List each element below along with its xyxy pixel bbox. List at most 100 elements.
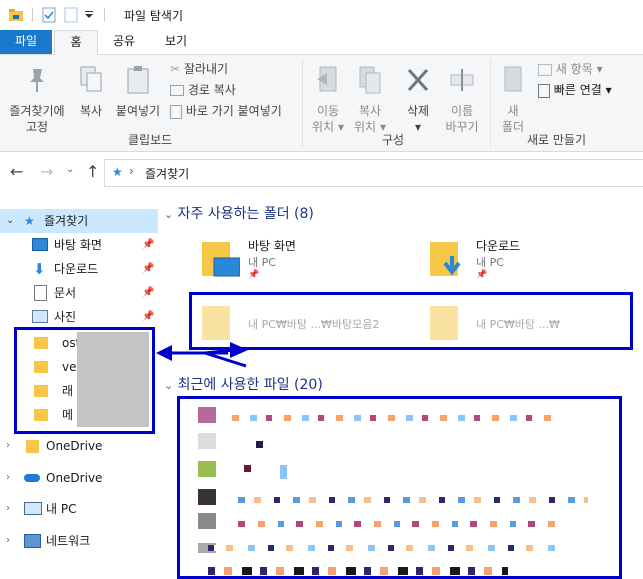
rename-icon [450, 69, 474, 91]
nav-item-label: 네트워크 [46, 534, 91, 548]
rename-label: 이름 [450, 104, 474, 118]
nav-item-pictures[interactable]: 사진 📌 [0, 305, 158, 329]
easy-access-icon [538, 83, 550, 98]
copy-path-button[interactable]: 경로 복사 [170, 81, 236, 99]
pin-icon [30, 69, 44, 92]
folder-name: 바탕 화면 [248, 239, 296, 253]
copy-button[interactable]: 복사 [72, 65, 110, 119]
folder-tile-downloads[interactable]: 다운로드 내 PC 📌 [428, 234, 628, 282]
folder-tile-desktop[interactable]: 바탕 화면 내 PC 📌 [200, 234, 400, 282]
nav-onedrive-folder[interactable]: › OneDrive [0, 434, 158, 458]
new-folder-button[interactable]: 새 폴더 [496, 65, 530, 135]
pin-icon[interactable]: 📌 [248, 270, 259, 280]
new-item-icon [538, 63, 552, 76]
rename-button[interactable]: 이름 바꾸기 [440, 65, 484, 135]
move-to-icon [317, 66, 337, 92]
new-folder-label: 새 [507, 104, 519, 118]
nav-item-label: 바탕 화면 [54, 238, 102, 252]
back-arrow-icon[interactable]: ← [10, 162, 23, 181]
copy-icon [80, 66, 102, 92]
folder-location: 내 PC [476, 256, 504, 269]
pin-icon[interactable]: 📌 [142, 305, 154, 329]
tab-file[interactable]: 파일 [0, 30, 52, 54]
forward-arrow-icon[interactable]: → [40, 162, 53, 181]
nav-item-label: 문서 [54, 286, 77, 300]
paste-button[interactable]: 붙여넣기 [112, 65, 164, 119]
navigation-bar: ← → ⌄ ↑ ★ › 즐겨찾기 [0, 152, 643, 192]
frequent-folders-title: 자주 사용하는 폴더 (8) [177, 206, 314, 222]
expand-chevron-icon[interactable]: › [6, 497, 10, 521]
new-folder-qa-icon[interactable] [64, 7, 78, 23]
expand-chevron-icon[interactable]: › [6, 529, 10, 553]
tab-view[interactable]: 보기 [156, 30, 196, 54]
desktop-icon [32, 238, 48, 251]
expand-chevron-icon[interactable]: › [6, 434, 10, 458]
recent-files-title: 최근에 사용한 파일 (20) [177, 377, 323, 393]
new-item-button[interactable]: 새 항목 ▾ [538, 60, 603, 78]
copy-to-label: 복사 [358, 104, 382, 118]
nav-item-desktop[interactable]: 바탕 화면 📌 [0, 233, 158, 257]
breadcrumb-separator-icon: › [129, 164, 134, 178]
nav-item-label: 다운로드 [54, 262, 99, 276]
expand-chevron-icon[interactable]: ⌄ [6, 209, 14, 233]
download-arrow-icon: ⬇ [33, 260, 46, 278]
nav-item-label: 내 PC [46, 502, 77, 516]
star-icon: ★ [24, 214, 35, 228]
collapse-chevron-icon[interactable]: ⌄ [164, 379, 173, 392]
paste-shortcut-label: 바로 가기 붙여넣기 [185, 104, 282, 118]
divider [104, 8, 105, 22]
nav-this-pc[interactable]: › 내 PC [0, 497, 158, 521]
onedrive-cloud-icon [24, 474, 40, 482]
annotation-box-recent [177, 396, 622, 579]
pin-icon[interactable]: 📌 [142, 281, 154, 305]
collapse-chevron-icon[interactable]: ⌄ [164, 208, 173, 221]
nav-item-label: 사진 [54, 310, 77, 324]
properties-icon[interactable] [42, 7, 56, 23]
address-box[interactable]: ★ › 즐겨찾기 [104, 159, 643, 187]
nav-quick-access[interactable]: ⌄ ★ 즐겨찾기 [0, 209, 158, 233]
nav-item-downloads[interactable]: ⬇ 다운로드 📌 [0, 257, 158, 281]
up-arrow-icon[interactable]: ↑ [86, 162, 99, 181]
move-to-button[interactable]: 이동 위치 ▾ [308, 65, 348, 135]
easy-access-button[interactable]: 빠른 연결 ▾ [538, 81, 612, 99]
copy-path-label: 경로 복사 [187, 83, 236, 97]
nav-item-documents[interactable]: 문서 📌 [0, 281, 158, 305]
nav-network[interactable]: › 네트워크 [0, 529, 158, 553]
recent-files-header[interactable]: ⌄ 최근에 사용한 파일 (20) [164, 374, 323, 394]
easy-access-label: 빠른 연결 [553, 83, 602, 97]
pin-to-quick-access-button[interactable]: 즐겨찾기에 고정 [4, 65, 70, 135]
frequent-folders-header[interactable]: ⌄ 자주 사용하는 폴더 (8) [164, 203, 314, 223]
pin-icon[interactable]: 📌 [142, 257, 154, 281]
recent-locations-chevron-icon[interactable]: ⌄ [66, 164, 74, 175]
new-group-label: 새로 만들기 [527, 133, 587, 147]
navigation-pane: ⌄ ★ 즐겨찾기 바탕 화면 📌 ⬇ 다운로드 📌 문서 📌 사진 📌 ost … [0, 202, 160, 579]
desktop-folder-icon [202, 242, 240, 277]
downloads-folder-icon [430, 242, 461, 276]
ribbon-tabs: 파일 홈 공유 보기 [0, 30, 643, 56]
dropdown-arrow-icon: ▾ [605, 83, 612, 97]
clipboard-group-label: 클립보드 [128, 133, 173, 147]
paste-shortcut-button[interactable]: 바로 가기 붙여넣기 [170, 102, 282, 120]
ribbon-separator [302, 59, 303, 147]
nav-onedrive-cloud[interactable]: › OneDrive [0, 466, 158, 490]
folder-location: 내 PC [248, 256, 276, 269]
dropdown-arrow-icon: ▾ [337, 120, 344, 134]
breadcrumb-quick-access[interactable]: 즐겨찾기 [145, 165, 189, 182]
pin-icon[interactable]: 📌 [142, 233, 154, 257]
tab-share[interactable]: 공유 [104, 30, 144, 54]
nav-quick-access-label: 즐겨찾기 [44, 214, 89, 228]
ribbon-separator [490, 59, 491, 147]
cut-button[interactable]: ✂ 잘라내기 [170, 60, 228, 78]
delete-x-icon [407, 68, 429, 92]
tab-home[interactable]: 홈 [54, 30, 98, 56]
divider [32, 8, 33, 22]
copy-to-button[interactable]: 복사 위치 ▾ [350, 65, 390, 135]
pin-icon[interactable]: 📌 [476, 270, 487, 280]
customize-toolbar-icon[interactable] [84, 11, 94, 19]
expand-chevron-icon[interactable]: › [6, 466, 10, 490]
scissors-icon: ✂ [170, 62, 181, 76]
move-to-label-2: 위치 [312, 120, 335, 134]
delete-button[interactable]: 삭제 ▾ [398, 65, 438, 135]
paste-label: 붙여넣기 [115, 104, 161, 118]
file-explorer-icon [9, 9, 23, 21]
